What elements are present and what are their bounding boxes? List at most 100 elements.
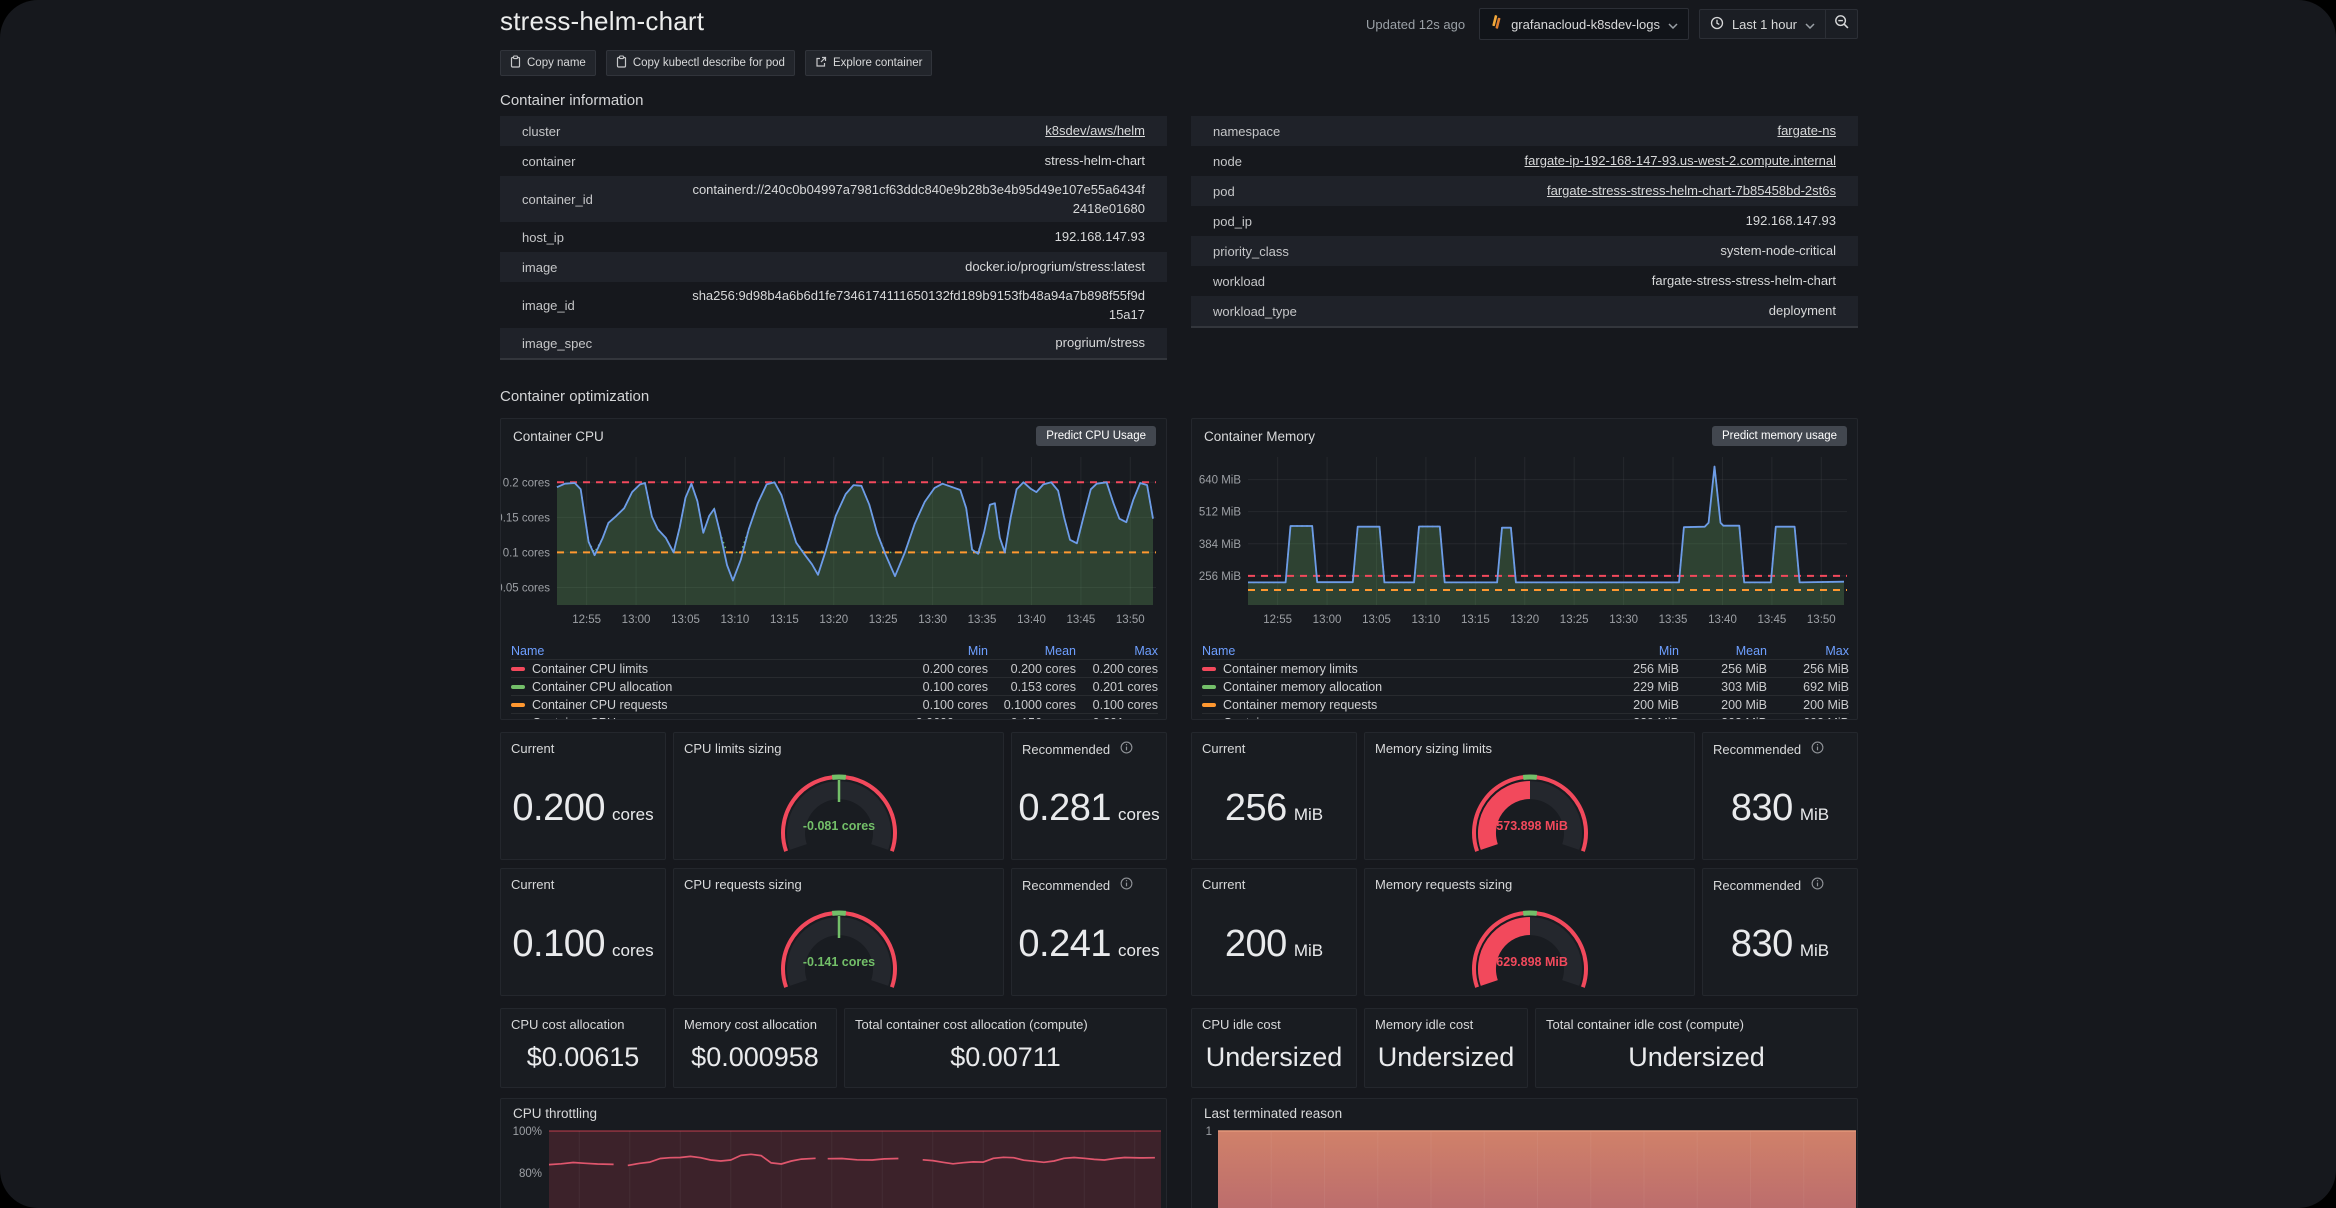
info-value: docker.io/progrium/stress:latest	[965, 259, 1145, 275]
cost-value: Undersized	[1205, 1041, 1343, 1072]
stat-value-area: 0.200 cores	[501, 757, 665, 859]
series-color-chip	[511, 666, 525, 671]
section-container-information: Container information	[500, 92, 644, 109]
info-label: container_id	[522, 191, 593, 207]
info-value: fargate-ns	[1383, 121, 1836, 141]
clipboard-icon	[510, 55, 521, 71]
explore-container-button[interactable]: Explore container	[804, 50, 933, 76]
panel-memory-requests-sizing: Memory requests sizing -629.898 MiB	[1364, 868, 1695, 996]
stat-number: 0.100	[512, 922, 605, 965]
svg-text:0.15 cores: 0.15 cores	[501, 512, 550, 524]
legend-min-value: 229 MiB	[1633, 679, 1679, 694]
info-row: image_spec progrium/stress	[500, 328, 1167, 358]
stat-number: 256	[1224, 786, 1287, 829]
cost-row: CPU cost allocation $0.00615 Memory cost a…	[500, 1008, 1858, 1088]
legend-header-max[interactable]: Max	[1767, 644, 1849, 658]
cost-value-area: $0.00711	[845, 1027, 1166, 1087]
legend-row: Container CPU usage 0.0600 cores0.156 cor…	[511, 713, 1158, 720]
info-row: node fargate-ip-192-168-147-93.us-west-2.…	[1191, 146, 1858, 176]
svg-text:13:05: 13:05	[1362, 614, 1391, 626]
info-link-node[interactable]: fargate-ip-192-168-147-93.us-west-2.comp…	[1525, 153, 1836, 168]
series-color-chip	[1202, 684, 1216, 689]
legend-mean-value: 200 MiB	[1721, 697, 1767, 712]
optimization-charts: Container CPU Predict CPU Usage 0.05 cores…	[500, 418, 1858, 720]
legend-series-name[interactable]: Container CPU limits	[511, 662, 883, 676]
legend-mean-value: 0.156 cores	[988, 716, 1076, 720]
legend-header-name[interactable]: Name	[511, 644, 883, 658]
panel-title-text: Memory requests sizing	[1375, 877, 1513, 892]
series-label: Container CPU usage	[532, 716, 654, 720]
legend-header: Name Min Mean Max	[511, 642, 1158, 659]
stat-unit: cores	[612, 804, 654, 824]
svg-text:13:25: 13:25	[1560, 614, 1589, 626]
info-left-table: cluster k8sdev/aws/helm container stress-he…	[500, 116, 1167, 360]
legend-series-name[interactable]: Container memory requests	[1202, 698, 1574, 712]
legend-series-name[interactable]: Container memory limits	[1202, 662, 1574, 676]
panel-title: CPU limits sizing	[674, 733, 1003, 756]
button-label: Copy kubectl describe for pod	[632, 57, 785, 69]
copy-name-button[interactable]: Copy name	[500, 50, 596, 76]
panel-cpu-cost-allocation: CPU cost allocation $0.00615	[500, 1008, 666, 1088]
series-label: Container memory allocation	[1223, 679, 1383, 694]
svg-text:-0.141 cores: -0.141 cores	[802, 955, 874, 969]
svg-text:13:00: 13:00	[622, 614, 651, 626]
info-value: k8sdev/aws/helm	[692, 121, 1145, 141]
info-link-pod[interactable]: fargate-stress-stress-helm-chart-7b85458…	[1547, 183, 1836, 198]
panel-title-text: CPU limits sizing	[684, 741, 782, 756]
svg-text:-573.898 MiB: -573.898 MiB	[1492, 819, 1568, 833]
predict-memory-usage-button[interactable]: Predict memory usage	[1711, 426, 1847, 446]
legend-series-name[interactable]: Container memory usage	[1202, 716, 1574, 720]
info-icon	[1120, 877, 1133, 893]
legend-mean-value: 303 MiB	[1721, 679, 1767, 694]
series-label: Container memory requests	[1223, 697, 1378, 712]
panel-title-text: Current	[1202, 877, 1246, 892]
legend-min-value: 229 MiB	[1574, 716, 1679, 720]
svg-text:1: 1	[1206, 1126, 1212, 1138]
stat-number: 0.241	[1018, 922, 1111, 965]
predict-cpu-usage-button[interactable]: Predict CPU Usage	[1036, 426, 1156, 446]
datasource-picker[interactable]: grafanacloud-k8sdev-logs	[1479, 8, 1689, 40]
info-label: pod_ip	[1213, 213, 1253, 229]
legend-series-name[interactable]: Container CPU allocation	[511, 680, 883, 694]
legend-mean-value: 0.153 cores	[1010, 679, 1076, 694]
legend-min-value: 0.200 cores	[922, 661, 988, 676]
legend-header-max[interactable]: Max	[1076, 644, 1158, 658]
stat-unit: MiB	[1293, 940, 1324, 960]
legend-mean-value: 0.1000 cores	[1003, 697, 1076, 712]
legend-header-mean[interactable]: Mean	[988, 644, 1076, 658]
panel-title-text: Current	[1202, 741, 1246, 756]
legend-header-min[interactable]: Min	[883, 644, 988, 658]
time-range-picker[interactable]: Last 1 hour	[1698, 9, 1826, 39]
stat-number: 200	[1224, 922, 1287, 965]
info-label: workload_type	[1213, 303, 1297, 319]
info-row: cluster k8sdev/aws/helm	[500, 116, 1167, 146]
legend-series-name[interactable]: Container CPU requests	[511, 698, 883, 712]
copy-kubectl-describe-for-pod-button[interactable]: Copy kubectl describe for pod	[605, 50, 795, 76]
chart-legend: Name Min Mean Max Container memory limits 256…	[1192, 642, 1857, 720]
cpu-limits-sizing-gauge: -0.081 cores	[780, 774, 897, 852]
info-value: sha256:9d98b4a6b6d1fe7346174111650132fd1…	[692, 287, 1145, 323]
legend-row: Container memory allocation 229 MiB 303 Mi…	[1202, 677, 1849, 695]
cpu-throttling-chart: 100%80%60%	[513, 1126, 1161, 1208]
svg-text:13:40: 13:40	[1708, 614, 1737, 626]
legend-series-name[interactable]: Container CPU usage	[511, 716, 883, 720]
legend-series-name[interactable]: Container memory allocation	[1202, 680, 1574, 694]
svg-text:-0.081 cores: -0.081 cores	[802, 819, 874, 833]
info-row: workload_type deployment	[1191, 296, 1858, 326]
legend-header-mean[interactable]: Mean	[1679, 644, 1767, 658]
panel-cpu-requests-sizing: CPU requests sizing -0.141 cores	[673, 868, 1004, 996]
stat-unit: MiB	[1799, 804, 1830, 824]
panel-title: Current	[501, 733, 665, 756]
legend-mean-value: 0.200 cores	[1010, 661, 1076, 676]
info-row: image_id sha256:9d98b4a6b6d1fe73461741116…	[500, 282, 1167, 328]
stat-value: 256 MiB	[1225, 787, 1323, 830]
info-link-namespace[interactable]: fargate-ns	[1777, 123, 1836, 138]
legend-min-value: 256 MiB	[1633, 661, 1679, 676]
info-link-cluster[interactable]: k8sdev/aws/helm	[1045, 123, 1145, 138]
datasource-label: grafanacloud-k8sdev-logs	[1511, 16, 1660, 32]
legend-header-name[interactable]: Name	[1202, 644, 1574, 658]
zoom-out-button[interactable]	[1826, 9, 1858, 39]
svg-text:256 MiB: 256 MiB	[1199, 571, 1242, 583]
legend-row: Container memory usage 229 MiB303 MiB692 …	[1202, 713, 1849, 720]
legend-header-min[interactable]: Min	[1574, 644, 1679, 658]
